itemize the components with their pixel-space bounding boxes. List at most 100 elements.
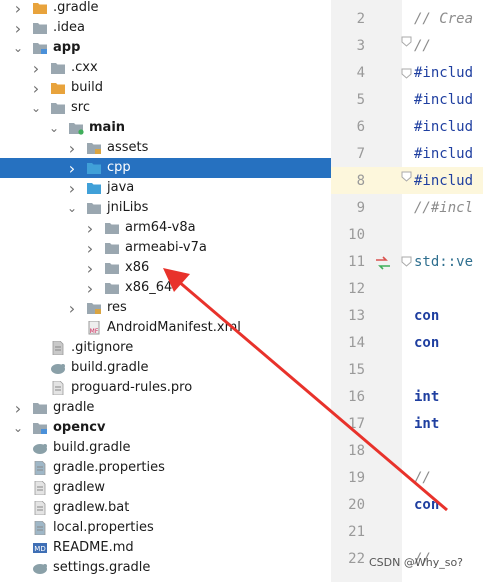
tree-item-label: armeabi-v7a [125,240,207,255]
chevron-down-icon[interactable]: ⌄ [12,42,24,54]
line-number: 11 [348,254,365,270]
chevron-down-icon[interactable]: ⌄ [48,122,60,134]
tree-item-x86-64[interactable]: › x86_64 [0,278,331,298]
chevron-down-icon[interactable]: ⌄ [12,422,24,434]
tree-item-label: main [89,120,126,135]
chevron-right-icon[interactable]: › [12,0,24,18]
chevron-right-icon[interactable]: › [66,299,78,318]
chevron-right-icon[interactable]: › [84,219,96,238]
tree-item-label: build [71,80,103,95]
tree-item-jnilibs[interactable]: ⌄ jniLibs [0,198,331,218]
tree-item-armeabi-v7a[interactable]: › armeabi-v7a [0,238,331,258]
chevron-down-icon[interactable]: ⌄ [30,102,42,114]
tree-item-settings-gradle[interactable]: settings.gradle [0,558,331,578]
line-number: 20 [348,497,365,513]
code-line[interactable]: con [414,333,439,353]
code-line[interactable]: int [414,387,439,407]
tree-item--idea[interactable]: › .idea [0,18,331,38]
chevron-down-icon[interactable]: ⌄ [66,202,78,214]
code-line[interactable]: // [414,36,431,56]
tree-item-assets[interactable]: › assets [0,138,331,158]
tree-item-label: assets [107,140,149,155]
code-line[interactable]: // Crea [414,9,473,29]
gradle-file-icon [50,361,66,375]
chevron-right-icon[interactable]: › [66,159,78,178]
code-line[interactable]: con [414,495,439,515]
source-root-folder-icon [68,121,84,135]
tree-item-label: local.properties [53,520,154,535]
tree-item-main[interactable]: ⌄ main [0,118,331,138]
project-tree-panel: › .gradle › .idea ⌄ app › .cxx › build ⌄ src ⌄ main › a… [0,0,331,582]
code-line[interactable]: int [414,414,439,434]
watermark: CSDN @Why_so? [369,556,464,569]
tree-item-readme-md[interactable]: MD README.md [0,538,331,558]
tree-item-label: .gradle [53,0,99,15]
tree-item-res[interactable]: › res [0,298,331,318]
chevron-right-icon[interactable]: › [30,79,42,98]
tree-item-androidmanifest-xml[interactable]: MF AndroidManifest.xml [0,318,331,338]
code-line[interactable]: //#incl [414,198,473,218]
chevron-right-icon[interactable]: › [84,259,96,278]
chevron-right-icon[interactable]: › [12,399,24,418]
chevron-right-icon[interactable]: › [66,139,78,158]
fold-marker-icon[interactable] [401,36,412,47]
chevron-right-icon[interactable]: › [30,59,42,78]
fold-marker-icon[interactable] [401,171,412,182]
folder-gray-icon [50,61,66,75]
code-line[interactable]: #includ [414,117,473,137]
tree-item-build-gradle[interactable]: build.gradle [0,358,331,378]
tree-item-gradlew[interactable]: gradlew [0,478,331,498]
markdown-file-icon: MD [32,541,48,555]
chevron-right-icon[interactable]: › [66,179,78,198]
tree-item-cpp[interactable]: › cpp [0,158,331,178]
tree-item--cxx[interactable]: › .cxx [0,58,331,78]
tree-item-label: gradlew.bat [53,500,130,515]
tree-item-src[interactable]: ⌄ src [0,98,331,118]
tree-item--gradle[interactable]: › .gradle [0,0,331,18]
navigate-related-icon[interactable] [375,256,391,274]
tree-item-opencv[interactable]: ⌄ opencv [0,418,331,438]
tree-item-label: x86_64 [125,280,173,295]
tree-item-x86[interactable]: › x86 [0,258,331,278]
tree-item-gradlew-bat[interactable]: gradlew.bat [0,498,331,518]
folder-gray-icon [104,241,120,255]
fold-marker-icon[interactable] [401,68,412,79]
code-line[interactable]: // [414,468,431,488]
chevron-right-icon[interactable]: › [12,19,24,38]
code-line[interactable]: con [414,306,439,326]
tree-item-local-properties[interactable]: local.properties [0,518,331,538]
tree-item--gitignore[interactable]: .gitignore [0,338,331,358]
code-line[interactable]: #includ [414,144,473,164]
svg-text:MD: MD [34,545,45,553]
line-number: 9 [356,200,365,216]
tree-item-arm64-v8a[interactable]: › arm64-v8a [0,218,331,238]
tree-item-app[interactable]: ⌄ app [0,38,331,58]
code-line[interactable]: std::ve [414,252,473,272]
tree-item-gradle[interactable]: › gradle [0,398,331,418]
gitignore-file-icon [50,341,66,355]
tree-item-label: build.gradle [71,360,149,375]
tree-item-build[interactable]: › build [0,78,331,98]
code-line[interactable]: #includ [414,63,473,83]
fold-marker-icon[interactable] [401,256,412,267]
chevron-right-icon[interactable]: › [84,239,96,258]
tree-item-build-gradle[interactable]: build.gradle [0,438,331,458]
tree-item-label: arm64-v8a [125,220,196,235]
chevron-right-icon[interactable]: › [84,279,96,298]
tree-item-proguard-rules-pro[interactable]: proguard-rules.pro [0,378,331,398]
line-number: 10 [348,227,365,243]
tree-item-java[interactable]: › java [0,178,331,198]
gradle-file-icon [32,441,48,455]
line-number: 6 [356,119,365,135]
code-line[interactable]: #includ [414,90,473,110]
line-number: 8 [356,173,365,189]
folder-gray-icon [86,201,102,215]
resources-folder-icon [86,141,102,155]
properties-file-icon [32,461,48,475]
line-number: 13 [348,308,365,324]
manifest-file-icon: MF [86,321,102,335]
tree-item-gradle-properties[interactable]: gradle.properties [0,458,331,478]
folder-gray-icon [50,101,66,115]
code-line[interactable]: #includ [414,171,473,191]
line-number: 5 [356,92,365,108]
